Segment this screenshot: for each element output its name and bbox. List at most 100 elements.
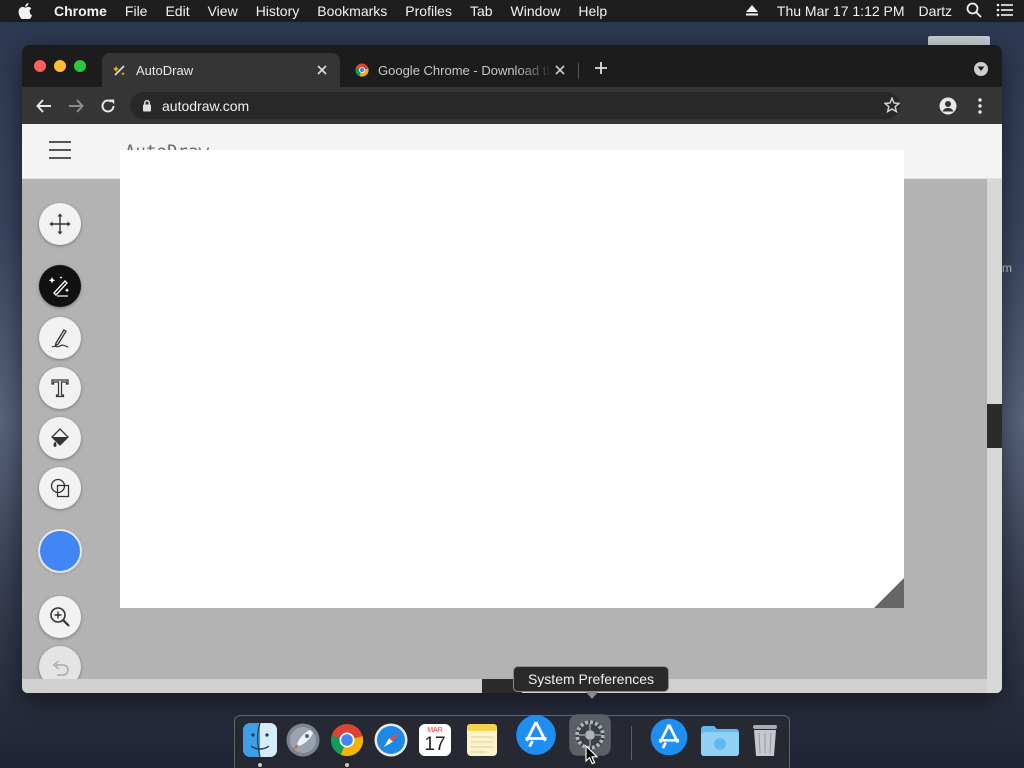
url-text[interactable]: autodraw.com (162, 98, 249, 114)
reload-button[interactable] (99, 97, 117, 115)
apple-icon[interactable] (18, 3, 38, 19)
autodraw-tool-button[interactable] (39, 265, 81, 307)
dock-safari[interactable] (372, 721, 410, 759)
arrow-left-icon (36, 99, 51, 113)
color-picker-button[interactable] (40, 531, 80, 571)
menu-window[interactable]: Window (511, 3, 561, 19)
minimize-window-button[interactable] (54, 60, 66, 72)
menu-view[interactable]: View (208, 3, 238, 19)
shape-tool-button[interactable] (39, 467, 81, 509)
calendar-day: 17 (424, 734, 446, 755)
text-t-icon (51, 379, 69, 398)
menu-file[interactable]: File (125, 3, 148, 19)
safari-compass-icon (374, 723, 408, 757)
fill-tool-button[interactable] (39, 417, 81, 459)
control-center-icon[interactable] (996, 3, 1014, 20)
desktop-fragment: m (1002, 261, 1012, 275)
app-store-icon (650, 718, 688, 756)
chrome-icon (330, 724, 364, 757)
trash-icon (753, 725, 777, 756)
menu-bookmarks[interactable]: Bookmarks (317, 3, 387, 19)
window-controls (34, 60, 94, 72)
zoom-tool-button[interactable] (39, 596, 81, 638)
dock-separator (631, 726, 632, 760)
vertical-scrollbar[interactable] (987, 179, 1002, 693)
running-indicator (345, 763, 349, 767)
dock: MAR 17 (234, 714, 790, 768)
profile-icon (939, 97, 957, 115)
shapes-icon (50, 478, 70, 498)
dock-app-store-downloads[interactable] (649, 717, 689, 757)
canvas-resize-handle[interactable] (874, 578, 904, 608)
dock-trash[interactable] (746, 721, 784, 759)
type-tool-button[interactable] (39, 367, 81, 409)
dock-downloads-folder[interactable] (698, 721, 742, 759)
app-store-icon (516, 715, 556, 755)
draw-tool-button[interactable] (39, 317, 81, 359)
tab-strip: AutoDraw Google Chrome - Download the Fa… (22, 45, 1002, 87)
menu-edit[interactable]: Edit (165, 3, 189, 19)
paint-bucket-icon (51, 428, 69, 447)
lock-icon[interactable] (142, 99, 152, 112)
calendar-month: MAR (427, 727, 443, 734)
profile-button[interactable] (939, 97, 957, 115)
tab-autodraw[interactable]: AutoDraw (102, 53, 340, 87)
close-tab-icon[interactable] (552, 62, 568, 78)
tab-title: Google Chrome - Download the Fast, Secur… (378, 62, 552, 78)
dock-calendar[interactable]: MAR 17 (416, 721, 454, 759)
reload-icon (101, 99, 115, 113)
dock-launchpad[interactable] (284, 721, 322, 759)
new-tab-button[interactable] (592, 59, 610, 77)
menu-history[interactable]: History (256, 3, 300, 19)
more-vertical-icon (978, 98, 982, 114)
hamburger-menu-icon[interactable] (49, 141, 71, 159)
dock-tooltip: System Preferences (513, 666, 669, 699)
arrow-right-icon (69, 99, 84, 113)
tab-title: AutoDraw (136, 62, 194, 78)
eject-icon[interactable] (745, 3, 759, 19)
tab-google-chrome[interactable]: Google Chrome - Download the Fast, Secur… (344, 53, 578, 87)
search-icon[interactable] (966, 2, 982, 21)
vertical-scroll-thumb[interactable] (987, 404, 1002, 448)
browser-toolbar: autodraw.com (22, 87, 1002, 124)
dock-notes[interactable] (463, 721, 501, 759)
drawing-canvas[interactable] (120, 150, 904, 608)
notes-icon (467, 724, 497, 756)
menu-user[interactable]: Dartz (919, 3, 952, 19)
autodraw-favicon (112, 62, 128, 78)
zoom-in-icon (50, 607, 70, 627)
forward-button[interactable] (67, 97, 85, 115)
dock-google-chrome[interactable] (328, 721, 366, 759)
menu-app-name[interactable]: Chrome (54, 3, 107, 19)
pencil-icon (51, 329, 69, 348)
select-move-tool-button[interactable] (39, 203, 81, 245)
close-window-button[interactable] (34, 60, 46, 72)
finder-icon (243, 722, 277, 758)
chevron-down-icon (977, 66, 985, 71)
web-page: AutoDraw (22, 124, 1002, 693)
plus-icon (595, 62, 607, 74)
menu-clock[interactable]: Thu Mar 17 1:12 PM (777, 3, 905, 19)
tab-search-button[interactable] (974, 62, 988, 76)
dock-finder[interactable] (241, 721, 279, 759)
folder-icon (701, 726, 739, 756)
bookmark-star-icon[interactable] (883, 96, 901, 116)
menu-bar: Chrome File Edit View History Bookmarks … (0, 0, 1024, 22)
menu-tab[interactable]: Tab (470, 3, 493, 19)
undo-icon (52, 660, 69, 676)
horizontal-scrollbar[interactable] (22, 679, 987, 693)
close-tab-icon[interactable] (314, 62, 330, 78)
address-bar[interactable]: autodraw.com (130, 92, 901, 119)
chrome-favicon (354, 62, 370, 78)
tab-separator (578, 63, 579, 79)
menu-profiles[interactable]: Profiles (405, 3, 452, 19)
back-button[interactable] (35, 97, 53, 115)
autodraw-pencil-icon (48, 276, 70, 297)
launchpad-icon (286, 723, 320, 757)
zoom-window-button[interactable] (74, 60, 86, 72)
dock-app-store[interactable] (515, 714, 557, 756)
status-area: Thu Mar 17 1:12 PM Dartz (731, 0, 1014, 22)
running-indicator (258, 763, 262, 767)
menu-help[interactable]: Help (578, 3, 607, 19)
chrome-menu-button[interactable] (971, 97, 989, 115)
